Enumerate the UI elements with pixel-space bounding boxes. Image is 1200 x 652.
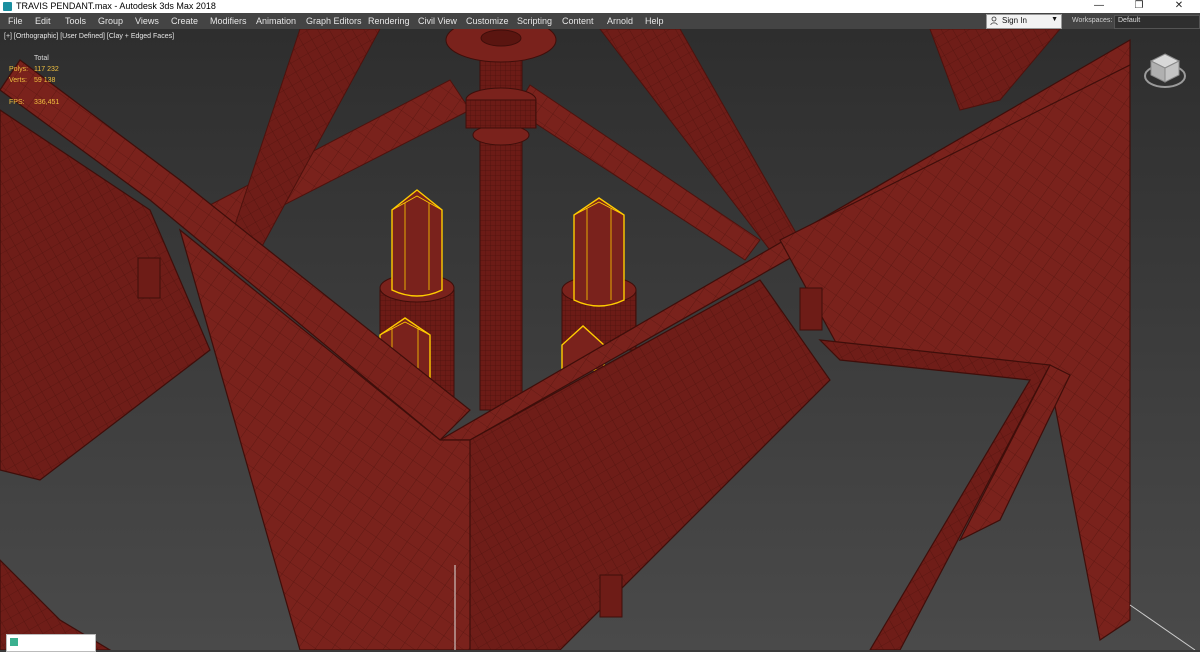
menu-edit[interactable]: Edit <box>35 16 51 26</box>
menu-group[interactable]: Group <box>98 16 123 26</box>
menu-content[interactable]: Content <box>562 16 594 26</box>
fps-label: FPS: <box>9 99 25 106</box>
app-icon <box>3 2 12 11</box>
taskbar-chip[interactable] <box>6 634 96 652</box>
menu-file[interactable]: File <box>8 16 23 26</box>
restore-button[interactable]: ❐ <box>1119 0 1159 13</box>
workspaces-selected: Default <box>1118 17 1141 24</box>
chevron-down-icon: ▼ <box>1051 16 1058 23</box>
sign-in-label: Sign In <box>1002 16 1027 25</box>
menu-help[interactable]: Help <box>645 16 664 26</box>
app-icon <box>10 638 18 646</box>
verts-label: Verts: <box>9 77 27 84</box>
menu-views[interactable]: Views <box>135 16 159 26</box>
close-button[interactable]: ✕ <box>1159 0 1199 13</box>
menu-animation[interactable]: Animation <box>256 16 296 26</box>
user-icon <box>990 16 998 26</box>
menu-modifiers[interactable]: Modifiers <box>210 16 247 26</box>
viewport-3d[interactable] <box>0 29 1200 650</box>
workspaces-dropdown[interactable]: Default <box>1114 15 1200 29</box>
window-title: TRAVIS PENDANT.max - Autodesk 3ds Max 20… <box>16 1 216 11</box>
polys-value: 117 232 <box>34 66 59 73</box>
title-bar: TRAVIS PENDANT.max - Autodesk 3ds Max 20… <box>0 0 1200 13</box>
viewport-label[interactable]: [+] [Orthographic] [User Defined] [Clay … <box>4 33 174 40</box>
verts-value: 59 138 <box>34 77 56 84</box>
fps-value: 336,451 <box>34 99 60 106</box>
viewcube-icon[interactable] <box>1143 50 1187 90</box>
menu-customize[interactable]: Customize <box>466 16 509 26</box>
stats-header: Total <box>34 55 49 62</box>
menu-graph-editors[interactable]: Graph Editors <box>306 16 362 26</box>
minimize-button[interactable]: — <box>1079 0 1119 13</box>
menu-create[interactable]: Create <box>171 16 198 26</box>
workspaces-label: Workspaces: <box>1072 17 1113 24</box>
menu-arnold[interactable]: Arnold <box>607 16 633 26</box>
polys-label: Polys: <box>9 66 29 73</box>
sign-in-button[interactable]: Sign In ▼ <box>986 14 1062 29</box>
menu-scripting[interactable]: Scripting <box>517 16 552 26</box>
menu-rendering[interactable]: Rendering <box>368 16 410 26</box>
menu-tools[interactable]: Tools <box>65 16 86 26</box>
menu-civil-view[interactable]: Civil View <box>418 16 457 26</box>
